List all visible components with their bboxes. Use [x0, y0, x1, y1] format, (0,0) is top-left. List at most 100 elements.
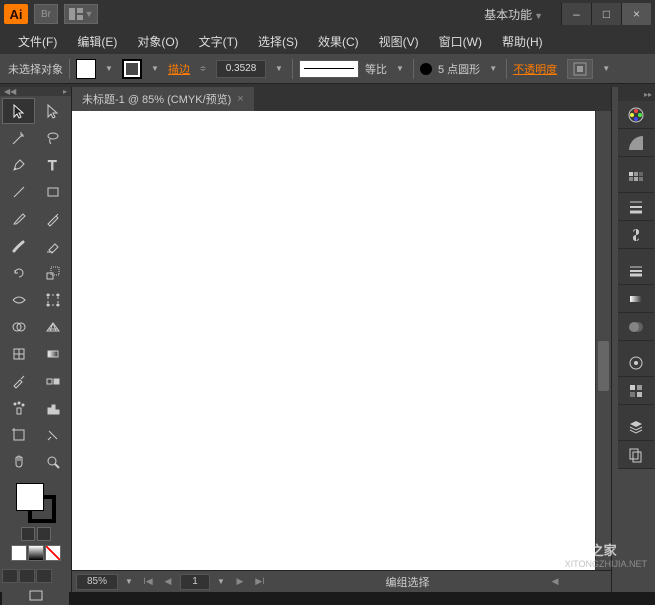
menu-file[interactable]: 文件(F)	[8, 33, 67, 50]
mesh-tool[interactable]	[2, 341, 35, 367]
stroke-color-swatch[interactable]	[122, 59, 142, 79]
screen-mode-button[interactable]	[2, 587, 69, 605]
chevron-down-icon[interactable]: ▼	[272, 64, 286, 73]
paintbrush-tool[interactable]	[2, 206, 35, 232]
arrange-docs-button[interactable]: ▼	[64, 4, 98, 24]
menu-object[interactable]: 对象(O)	[127, 33, 188, 50]
gradient-panel-icon[interactable]	[618, 285, 654, 313]
default-fill-stroke[interactable]	[37, 527, 51, 541]
menu-select[interactable]: 选择(S)	[248, 33, 308, 50]
panel-dock-header[interactable]: ▸▸	[618, 87, 655, 101]
fill-color-swatch[interactable]	[76, 59, 96, 79]
column-graph-tool[interactable]	[36, 395, 69, 421]
maximize-button[interactable]: □	[591, 3, 621, 25]
layers-panel-icon[interactable]	[618, 413, 654, 441]
chevron-down-icon[interactable]: ▼	[148, 64, 162, 73]
last-artboard-button[interactable]: ▶I	[252, 574, 268, 590]
draw-behind[interactable]	[19, 569, 35, 583]
selection-tool[interactable]	[2, 98, 35, 124]
magic-wand-tool[interactable]	[2, 125, 35, 151]
stroke-label[interactable]: 描边	[168, 61, 190, 77]
menu-edit[interactable]: 编辑(E)	[67, 33, 127, 50]
canvas[interactable]	[72, 111, 595, 570]
graphic-styles-panel-icon[interactable]	[618, 377, 654, 405]
free-transform-tool[interactable]	[36, 287, 69, 313]
color-panel-icon[interactable]	[618, 101, 654, 129]
color-mode-none[interactable]	[45, 545, 61, 561]
close-button[interactable]: ×	[621, 3, 651, 25]
swap-fill-stroke[interactable]	[21, 527, 35, 541]
scrollbar-thumb[interactable]	[598, 341, 609, 391]
selection-label: 未选择对象	[8, 61, 63, 77]
slice-tool[interactable]	[36, 422, 69, 448]
tools-panel-header[interactable]: ◀◀ ▸	[0, 87, 71, 96]
pencil-tool[interactable]	[36, 206, 69, 232]
menu-help[interactable]: 帮助(H)	[492, 33, 553, 50]
next-artboard-button[interactable]: ▶	[232, 574, 248, 590]
document-tab-title: 未标题-1 @ 85% (CMYK/预览)	[82, 91, 231, 107]
fill-stroke-controls	[0, 477, 71, 567]
shape-builder-tool[interactable]	[2, 314, 35, 340]
minimize-button[interactable]: –	[561, 3, 591, 25]
brush-value[interactable]: 5 点圆形	[438, 61, 480, 77]
menu-effect[interactable]: 效果(C)	[308, 33, 369, 50]
document-tab[interactable]: 未标题-1 @ 85% (CMYK/预览) ×	[72, 87, 254, 111]
lasso-tool[interactable]	[36, 125, 69, 151]
transparency-panel-icon[interactable]	[618, 313, 654, 341]
chevron-down-icon[interactable]: ▼	[214, 577, 228, 586]
workspace-switcher[interactable]: 基本功能▼	[476, 6, 551, 23]
rotate-tool[interactable]	[2, 260, 35, 286]
type-tool[interactable]: T	[36, 152, 69, 178]
style-button[interactable]	[567, 59, 593, 79]
eraser-tool[interactable]	[36, 233, 69, 259]
appearance-panel-icon[interactable]	[618, 349, 654, 377]
chevron-down-icon[interactable]: ▼	[122, 577, 136, 586]
prev-artboard-button[interactable]: ◀	[160, 574, 176, 590]
artboard-tool[interactable]	[2, 422, 35, 448]
color-mode-gradient[interactable]	[28, 545, 44, 561]
draw-inside[interactable]	[36, 569, 52, 583]
stepper-icon[interactable]: ≑	[196, 64, 210, 73]
rectangle-tool[interactable]	[36, 179, 69, 205]
symbol-sprayer-tool[interactable]	[2, 395, 35, 421]
vertical-scrollbar[interactable]	[595, 111, 611, 570]
artboards-panel-icon[interactable]	[618, 441, 654, 469]
stroke-weight-input[interactable]	[216, 60, 266, 78]
menu-text[interactable]: 文字(T)	[189, 33, 248, 50]
width-tool[interactable]	[2, 287, 35, 313]
gradient-tool[interactable]	[36, 341, 69, 367]
opacity-label[interactable]: 不透明度	[513, 61, 557, 77]
first-artboard-button[interactable]: I◀	[140, 574, 156, 590]
artboard-number-input[interactable]	[180, 574, 210, 590]
chevron-down-icon[interactable]: ▼	[393, 64, 407, 73]
menu-view[interactable]: 视图(V)	[369, 33, 429, 50]
blob-brush-tool[interactable]	[2, 233, 35, 259]
draw-normal[interactable]	[2, 569, 18, 583]
brushes-panel-icon[interactable]	[618, 193, 654, 221]
close-icon[interactable]: ×	[237, 93, 243, 105]
hand-tool[interactable]	[2, 449, 35, 475]
bridge-button[interactable]: Br	[34, 4, 58, 24]
stroke-profile[interactable]	[299, 60, 359, 78]
chevron-down-icon[interactable]: ▼	[486, 64, 500, 73]
swatches-panel-icon[interactable]	[618, 165, 654, 193]
color-mode-solid[interactable]	[11, 545, 27, 561]
zoom-tool[interactable]	[36, 449, 69, 475]
symbols-panel-icon[interactable]	[618, 221, 654, 249]
chevron-down-icon[interactable]: ▼	[102, 64, 116, 73]
line-tool[interactable]	[2, 179, 35, 205]
stroke-panel-icon[interactable]	[618, 257, 654, 285]
ratio-label: 等比	[365, 61, 387, 77]
pen-tool[interactable]	[2, 152, 35, 178]
chevron-down-icon[interactable]: ▼	[599, 64, 613, 73]
direct-selection-tool[interactable]	[36, 98, 69, 124]
color-guide-panel-icon[interactable]	[618, 129, 654, 157]
menu-window[interactable]: 窗口(W)	[429, 33, 492, 50]
blend-tool[interactable]	[36, 368, 69, 394]
perspective-grid-tool[interactable]	[36, 314, 69, 340]
hscroll-left[interactable]: ◀	[547, 574, 563, 590]
fill-swatch[interactable]	[16, 483, 44, 511]
scale-tool[interactable]	[36, 260, 69, 286]
eyedropper-tool[interactable]	[2, 368, 35, 394]
zoom-input[interactable]	[76, 574, 118, 590]
